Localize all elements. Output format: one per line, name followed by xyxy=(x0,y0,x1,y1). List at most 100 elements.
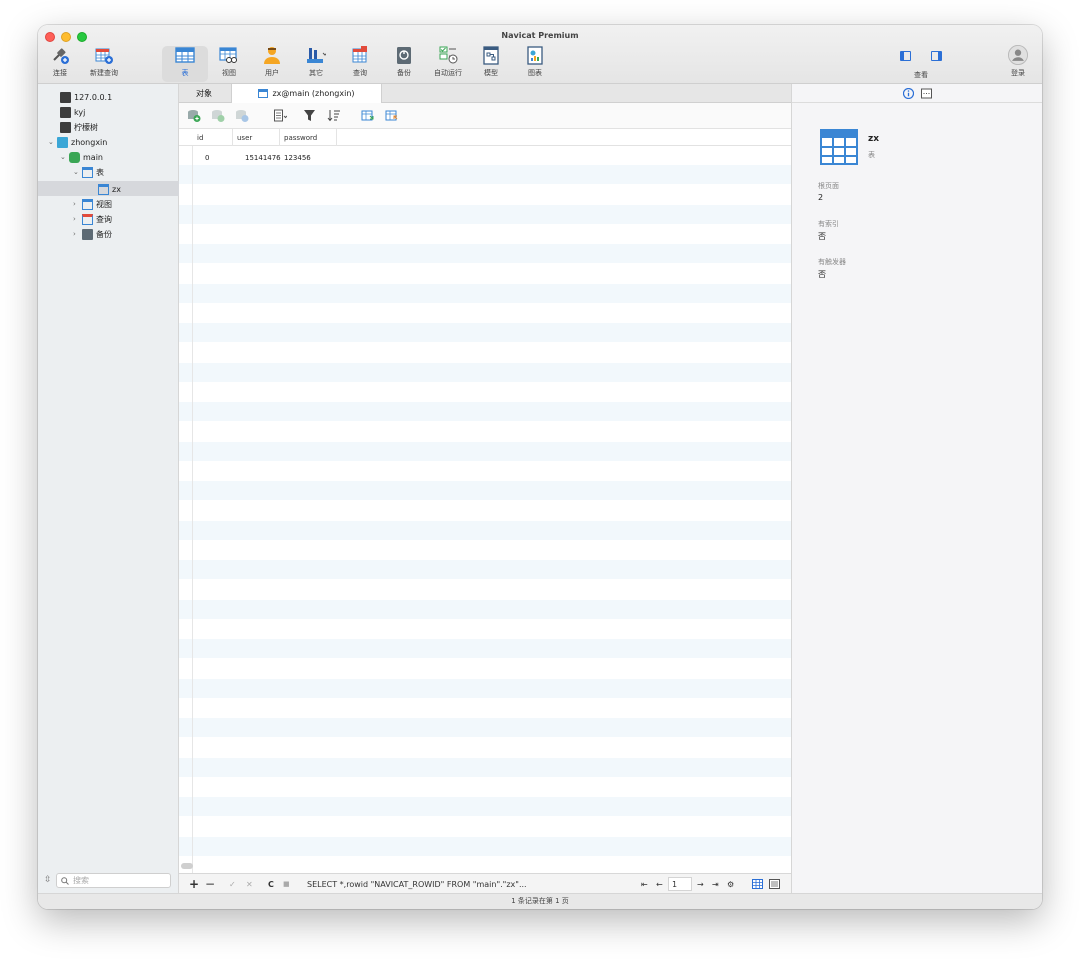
grid-row-stripe xyxy=(179,244,791,263)
commit-icon[interactable] xyxy=(211,109,225,122)
sidebar-search-input[interactable]: 搜索 xyxy=(56,873,171,888)
connection-tree-sidebar: 127.0.0.1 kyj 柠檬树 ⌄ zhongxin ⌄ main ⌄ 表 … xyxy=(38,84,179,893)
grid-view-button[interactable] xyxy=(752,877,763,891)
new-query-icon xyxy=(94,45,114,65)
row-selector-column xyxy=(179,129,193,873)
view-group-icon xyxy=(82,198,93,210)
backup-button[interactable]: 备份 xyxy=(384,45,424,83)
automation-icon xyxy=(438,45,458,65)
begin-transaction-icon[interactable] xyxy=(187,109,201,122)
grid-row-stripe xyxy=(179,718,791,737)
chevron-down-icon[interactable]: ⌄ xyxy=(48,138,57,146)
filter-icon[interactable] xyxy=(303,109,317,122)
first-page-button[interactable]: ⇤ xyxy=(641,877,648,891)
sort-icon[interactable] xyxy=(327,109,341,122)
cell-password[interactable]: 123456 xyxy=(284,154,311,162)
left-panel-toggle-icon[interactable] xyxy=(900,51,911,61)
rollback-icon[interactable] xyxy=(235,109,249,122)
grid-view-icon xyxy=(752,879,763,889)
tree-group-tables[interactable]: ⌄ 表 xyxy=(73,165,104,179)
grid-row-stripe xyxy=(179,520,791,540)
grid-bottom-bar: + − ✓ ✕ C ■ SELECT *,rowid "NAVICAT_ROWI… xyxy=(179,873,791,893)
right-panel-toggle-icon[interactable] xyxy=(931,51,942,61)
login-button[interactable]: 登录 xyxy=(998,45,1038,83)
delete-record-button[interactable]: − xyxy=(205,877,215,891)
tree-group-views[interactable]: › 视图 xyxy=(73,197,112,211)
model-button[interactable]: 模型 xyxy=(471,45,511,83)
automation-button[interactable]: 自动运行 xyxy=(428,45,468,83)
grid-row-stripe xyxy=(179,481,791,500)
sqlite-connection-icon xyxy=(57,136,68,148)
view-button[interactable]: 视图 xyxy=(209,45,249,83)
tab-zx-table[interactable]: zx@main (zhongxin) xyxy=(231,84,382,103)
tree-connection-kyj[interactable]: kyj xyxy=(60,105,85,119)
window-title: Navicat Premium xyxy=(501,31,579,40)
next-page-button[interactable]: → xyxy=(697,877,704,891)
table-group-icon xyxy=(82,166,93,178)
info-panel-tabs xyxy=(792,84,1042,103)
form-view-button[interactable] xyxy=(769,877,780,891)
tab-objects[interactable]: 对象 xyxy=(179,84,229,103)
previous-page-button[interactable]: ← xyxy=(656,877,663,891)
backup-group-icon xyxy=(82,228,93,240)
tree-connection-127[interactable]: 127.0.0.1 xyxy=(60,90,112,104)
chevron-right-icon[interactable]: › xyxy=(73,215,82,223)
other-button[interactable]: 其它 xyxy=(296,45,336,83)
cell-id[interactable]: 0 xyxy=(205,154,209,162)
add-record-button[interactable]: + xyxy=(189,877,199,891)
sidebar-settings-icon[interactable]: ⇳ xyxy=(44,875,52,885)
table-icon xyxy=(258,89,269,98)
apply-changes-button[interactable]: ✓ xyxy=(229,877,236,891)
toolbar: Navicat Premium 连接 新建查询 表 视图 用户 其它 查询 备份… xyxy=(38,25,1042,84)
text-view-icon[interactable] xyxy=(273,109,287,122)
query-group-icon xyxy=(82,213,93,225)
grid-row-stripe xyxy=(179,204,791,224)
large-table-icon xyxy=(820,129,858,165)
cell-user[interactable]: 15141476 xyxy=(245,154,281,162)
form-view-icon xyxy=(769,879,780,889)
tree-table-zx[interactable]: zx xyxy=(98,182,121,196)
last-page-button[interactable]: ⇥ xyxy=(712,877,719,891)
chevron-down-icon[interactable]: ⌄ xyxy=(73,168,82,176)
tree-connection-lemon[interactable]: 柠檬树 xyxy=(60,120,98,134)
grid-row-stripe xyxy=(179,362,791,382)
import-icon[interactable] xyxy=(361,109,375,122)
tree-connection-zhongxin[interactable]: ⌄ zhongxin xyxy=(48,135,107,149)
table-button[interactable]: 表 xyxy=(165,45,205,83)
user-button[interactable]: 用户 xyxy=(252,45,292,83)
ddl-icon[interactable] xyxy=(921,88,932,99)
page-settings-button[interactable]: ⚙ xyxy=(727,877,734,891)
stop-button[interactable]: ■ xyxy=(283,877,290,891)
column-header-user[interactable]: user xyxy=(233,129,280,146)
database-icon xyxy=(69,151,80,163)
view-toggle-group xyxy=(900,51,942,61)
column-header-password[interactable]: password xyxy=(280,129,337,146)
page-number-input[interactable]: 1 xyxy=(668,877,692,891)
chevron-right-icon[interactable]: › xyxy=(73,200,82,208)
grid-row-stripe xyxy=(179,165,791,184)
has-trigger-label: 有触发器 xyxy=(818,258,846,266)
connect-button[interactable]: 连接 xyxy=(40,45,80,83)
grid-toolbar xyxy=(179,103,791,129)
tree-group-queries[interactable]: › 查询 xyxy=(73,212,112,226)
has-index-label: 有索引 xyxy=(818,220,839,228)
tree-group-backups[interactable]: › 备份 xyxy=(73,227,112,241)
tab-bar: 对象 zx@main (zhongxin) xyxy=(179,84,791,103)
grid-row-stripe xyxy=(179,836,791,856)
discard-changes-button[interactable]: ✕ xyxy=(246,877,253,891)
new-query-button[interactable]: 新建查询 xyxy=(84,45,124,83)
grid-row-stripe xyxy=(179,639,791,658)
grid-row-stripe xyxy=(179,441,791,461)
chevron-down-icon[interactable]: ⌄ xyxy=(60,153,69,161)
tree-database-main[interactable]: ⌄ main xyxy=(60,150,103,164)
column-header-id[interactable]: id xyxy=(193,129,233,146)
query-button[interactable]: 查询 xyxy=(340,45,380,83)
refresh-button[interactable]: C xyxy=(268,877,274,891)
grid-row-stripe xyxy=(179,402,791,421)
info-icon[interactable] xyxy=(903,88,914,99)
horizontal-scrollbar[interactable] xyxy=(181,863,193,869)
export-icon[interactable] xyxy=(385,109,399,122)
chevron-right-icon[interactable]: › xyxy=(73,230,82,238)
navicat-window: Navicat Premium 连接 新建查询 表 视图 用户 其它 查询 备份… xyxy=(38,25,1042,909)
chart-button[interactable]: 图表 xyxy=(515,45,555,83)
